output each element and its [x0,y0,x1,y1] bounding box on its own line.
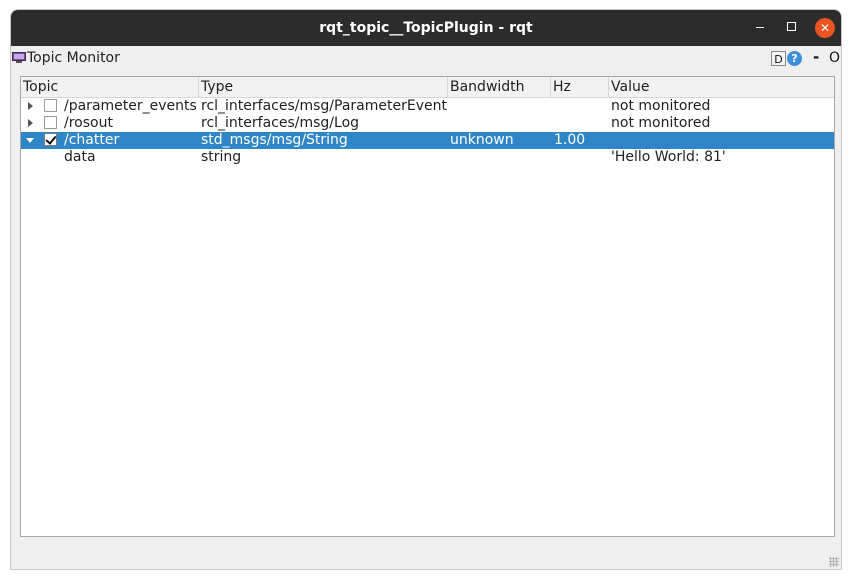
resize-grip[interactable] [829,557,839,567]
column-header-bandwidth[interactable]: Bandwidth [448,77,551,97]
topic-value [611,132,833,149]
app-window: rqt_topic__TopicPlugin - rqt ✕ Topic Mon… [10,9,842,570]
topic-hz [554,98,608,115]
plugin-title: Topic Monitor [27,50,120,66]
topic-type: rcl_interfaces/msg/Log [201,115,360,131]
table-row-selected[interactable]: /chatter std_msgs/msg/String unknown 1.0… [21,132,834,149]
topic-name: /chatter [64,132,120,148]
minimize-icon [756,26,764,29]
window-title: rqt_topic__TopicPlugin - rqt [319,20,533,36]
plugin-header: Topic Monitor D ? - O [11,48,841,70]
table-row[interactable]: /parameter_events rcl_interfaces/msg/Par… [21,98,834,115]
topic-hz: 1.00 [554,132,586,148]
table-row-child[interactable]: data string 'Hello World: 81' [21,149,834,166]
maximize-icon [786,22,796,31]
title-bar[interactable]: rqt_topic__TopicPlugin - rqt ✕ [11,10,841,46]
topic-name: /rosout [64,115,113,131]
monitor-checkbox[interactable] [44,116,57,129]
close-button[interactable]: ✕ [815,18,835,38]
column-header-hz[interactable]: Hz [551,77,609,97]
topic-bandwidth [450,115,550,132]
topic-tree[interactable]: Topic Type Bandwidth Hz Value /parameter… [20,76,835,537]
minimize-button[interactable] [751,19,769,37]
topic-bandwidth: unknown [450,132,514,148]
topic-type: rcl_interfaces/msg/ParameterEvent [201,98,447,114]
expand-arrow-icon[interactable] [28,119,33,127]
column-header-topic[interactable]: Topic [21,77,199,97]
column-header-type[interactable]: Type [199,77,448,97]
monitor-checkbox[interactable] [44,99,57,112]
field-name: data [64,149,96,165]
minimize-plugin-button[interactable]: - [813,48,819,66]
close-icon: ✕ [819,21,831,35]
topic-type: std_msgs/msg/String [201,132,348,148]
field-value: 'Hello World: 81' [611,149,726,165]
field-type: string [201,149,242,165]
tree-header: Topic Type Bandwidth Hz Value [21,77,834,98]
monitor-checkbox-checked[interactable] [44,133,57,146]
topic-value: not monitored [611,115,711,131]
topic-name: /parameter_events [64,98,197,114]
monitor-icon [12,52,26,63]
topic-hz [554,115,608,132]
column-header-value[interactable]: Value [609,77,834,97]
dock-button[interactable]: D [771,51,786,66]
table-row[interactable]: /rosout rcl_interfaces/msg/Log not monit… [21,115,834,132]
topic-value: not monitored [611,98,711,114]
topic-bandwidth [450,98,550,115]
help-button[interactable]: ? [787,51,802,66]
expand-arrow-icon[interactable] [28,102,33,110]
maximize-button[interactable] [782,19,800,37]
close-plugin-button[interactable]: O [829,50,840,66]
collapse-arrow-icon[interactable] [26,138,34,143]
field-hz [554,149,608,166]
field-bandwidth [450,149,550,166]
